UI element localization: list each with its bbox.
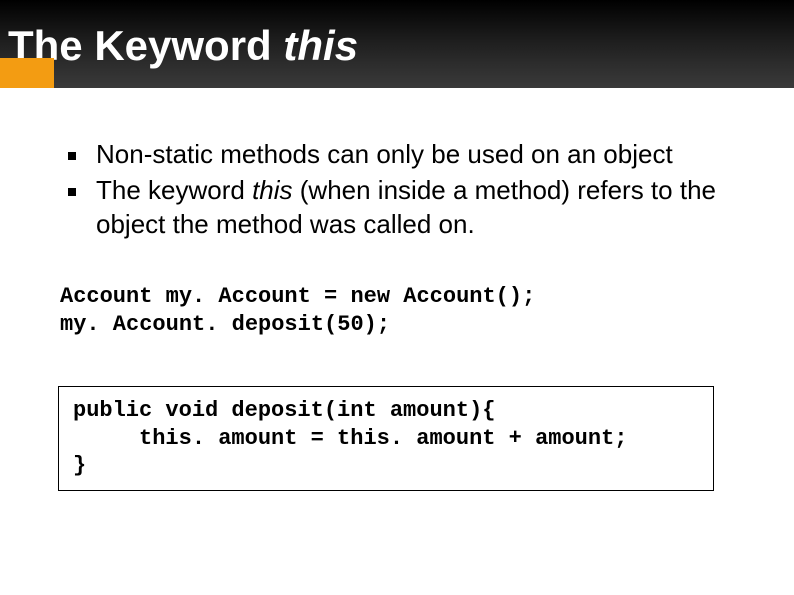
bullet-text-prefix: The keyword: [96, 175, 252, 205]
bullet-list: Non-static methods can only be used on a…: [40, 138, 754, 241]
bullet-item: The keyword this (when inside a method) …: [40, 174, 754, 242]
slide-content: Non-static methods can only be used on a…: [0, 88, 794, 491]
slide-header: The Keyword this: [0, 0, 794, 88]
bullet-marker-icon: [68, 152, 76, 160]
bullet-keyword: this: [252, 175, 292, 205]
code-snippet: Account my. Account = new Account(); my.…: [40, 283, 754, 338]
bullet-item: Non-static methods can only be used on a…: [40, 138, 754, 172]
bullet-marker-icon: [68, 188, 76, 196]
title-keyword: this: [283, 22, 358, 69]
code-box: public void deposit(int amount){ this. a…: [58, 386, 714, 491]
accent-bar: [0, 58, 54, 88]
bullet-text: Non-static methods can only be used on a…: [96, 139, 673, 169]
